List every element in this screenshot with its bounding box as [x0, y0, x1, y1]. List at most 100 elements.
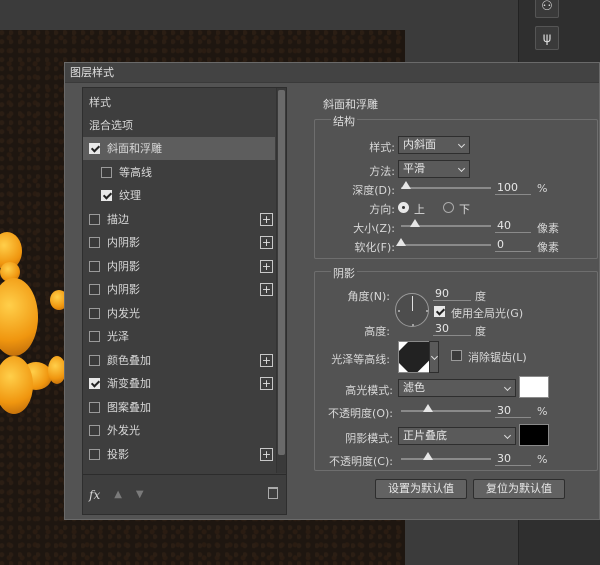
angle-dial[interactable]: [395, 293, 429, 327]
highlight-color-swatch[interactable]: [519, 376, 549, 398]
style-list-item[interactable]: 内发光: [83, 302, 275, 325]
add-effect-icon[interactable]: +: [260, 447, 273, 461]
altitude-input[interactable]: 30: [433, 322, 471, 336]
structure-title: 结构: [331, 113, 357, 129]
depth-slider-track[interactable]: [401, 187, 491, 189]
make-default-button[interactable]: 设置为默认值: [375, 479, 467, 499]
style-checkbox[interactable]: [89, 237, 100, 248]
add-effect-icon[interactable]: +: [260, 353, 273, 367]
altitude-unit: 度: [475, 325, 486, 338]
blending-options-item[interactable]: 混合选项: [83, 114, 275, 137]
style-checkbox[interactable]: [89, 401, 100, 413]
delete-icon[interactable]: [268, 487, 278, 499]
direction-up-radio[interactable]: [398, 202, 409, 213]
brush-settings-icon[interactable]: ψ: [535, 26, 559, 50]
style-checkbox[interactable]: [89, 284, 100, 295]
layer-style-dialog: 图层样式 样式 混合选项 斜面和浮雕 等高线 纹理 描边 + 内阴影 + 内阴影 + 内阴影 + 内发…: [64, 62, 600, 520]
angle-label: 角度(N):: [347, 290, 390, 303]
soften-slider-track[interactable]: [401, 244, 491, 246]
highlight-mode-dropdown[interactable]: 滤色: [398, 379, 516, 397]
style-item-label: 颜色叠加: [107, 353, 151, 367]
size-slider-knob[interactable]: [410, 219, 421, 227]
technique-dropdown[interactable]: 平滑: [398, 160, 470, 178]
scroll-thumb[interactable]: [278, 90, 285, 455]
style-list-item[interactable]: 斜面和浮雕: [83, 137, 275, 160]
reset-default-button[interactable]: 复位为默认值: [473, 479, 565, 499]
anti-aliased-label: 消除锯齿(L): [468, 351, 527, 364]
bevel-title: 斜面和浮雕: [323, 98, 378, 111]
style-checkbox[interactable]: [101, 166, 112, 178]
style-list-item[interactable]: 等高线: [83, 161, 275, 184]
properties-icon[interactable]: ⚇: [535, 0, 559, 18]
add-effect-icon[interactable]: +: [260, 212, 273, 226]
soften-label: 软化(F):: [354, 241, 395, 254]
style-checkbox[interactable]: [89, 307, 100, 319]
gloss-contour-dropdown[interactable]: [429, 341, 439, 373]
style-checkbox[interactable]: [101, 190, 112, 201]
add-effect-icon[interactable]: +: [260, 283, 273, 296]
shadow-opacity-knob[interactable]: [423, 452, 433, 460]
style-checkbox[interactable]: [89, 425, 100, 436]
styles-header-label: 样式: [89, 96, 111, 109]
direction-label: 方向:: [369, 203, 395, 216]
anti-aliased-checkbox[interactable]: [451, 350, 462, 361]
shadow-color-swatch[interactable]: [519, 424, 549, 446]
altitude-label: 高度:: [364, 325, 390, 338]
style-item-label: 描边: [107, 212, 129, 226]
style-checkbox[interactable]: [89, 354, 100, 366]
style-list-item[interactable]: 图案叠加: [83, 396, 275, 419]
style-checkbox[interactable]: [89, 448, 100, 460]
direction-down-radio[interactable]: [443, 202, 454, 213]
style-checkbox[interactable]: [89, 260, 100, 272]
shadow-opacity-input[interactable]: 30: [495, 452, 531, 466]
add-effect-icon[interactable]: +: [260, 236, 273, 249]
highlight-opacity-input[interactable]: 30: [495, 404, 531, 418]
shading-title: 阴影: [331, 265, 357, 281]
style-list-item[interactable]: 颜色叠加 +: [83, 349, 275, 372]
blending-options-label: 混合选项: [89, 119, 133, 132]
size-unit: 像素: [537, 222, 559, 235]
highlight-mode-label: 高光模式:: [345, 384, 393, 397]
style-list-item[interactable]: 内阴影 +: [83, 255, 275, 278]
shadow-opacity-label: 不透明度(C):: [329, 455, 393, 468]
gloss-contour-preview[interactable]: [398, 341, 430, 373]
shadow-opacity-track[interactable]: [401, 458, 491, 460]
direction-down-label: 下: [459, 203, 470, 216]
style-list-item[interactable]: 纹理: [83, 184, 275, 207]
highlight-opacity-track[interactable]: [401, 410, 491, 412]
move-up-icon[interactable]: ▲: [114, 489, 122, 500]
style-checkbox[interactable]: [89, 213, 100, 225]
style-list-item[interactable]: 内阴影 +: [83, 231, 275, 254]
size-input[interactable]: 40: [495, 219, 531, 233]
styles-header[interactable]: 样式: [83, 91, 275, 114]
style-checkbox[interactable]: [89, 331, 100, 342]
soften-slider-knob[interactable]: [396, 238, 406, 246]
style-list-item[interactable]: 外发光: [83, 419, 275, 442]
style-list: 样式 混合选项 斜面和浮雕 等高线 纹理 描边 + 内阴影 + 内阴影 + 内阴影 + 内发光 光泽 颜色…: [82, 87, 287, 515]
global-light-checkbox[interactable]: [434, 306, 445, 317]
style-list-item[interactable]: 投影 +: [83, 443, 275, 466]
highlight-opacity-unit: %: [537, 405, 548, 418]
gloss-contour-label: 光泽等高线:: [331, 353, 390, 366]
angle-input[interactable]: 90: [433, 287, 471, 301]
style-list-item[interactable]: 描边 +: [83, 208, 275, 231]
shadow-mode-dropdown[interactable]: 正片叠底: [398, 427, 516, 445]
add-effect-icon[interactable]: +: [260, 259, 273, 273]
list-scrollbar[interactable]: [276, 88, 286, 473]
move-down-icon[interactable]: ▼: [136, 489, 144, 500]
fx-button[interactable]: fx: [89, 488, 100, 502]
highlight-opacity-knob[interactable]: [423, 404, 433, 412]
style-checkbox[interactable]: [89, 143, 100, 154]
style-item-label: 图案叠加: [107, 400, 151, 414]
soften-input[interactable]: 0: [495, 238, 531, 252]
depth-input[interactable]: 100: [495, 181, 531, 195]
style-dropdown[interactable]: 内斜面: [398, 136, 470, 154]
add-effect-icon[interactable]: +: [260, 377, 273, 390]
style-list-item[interactable]: 光泽: [83, 325, 275, 348]
style-checkbox[interactable]: [89, 378, 100, 389]
depth-slider-knob[interactable]: [400, 181, 411, 189]
depth-unit: %: [537, 182, 548, 195]
style-list-item[interactable]: 渐变叠加 +: [83, 372, 275, 395]
style-item-label: 外发光: [107, 424, 140, 437]
style-list-item[interactable]: 内阴影 +: [83, 278, 275, 301]
